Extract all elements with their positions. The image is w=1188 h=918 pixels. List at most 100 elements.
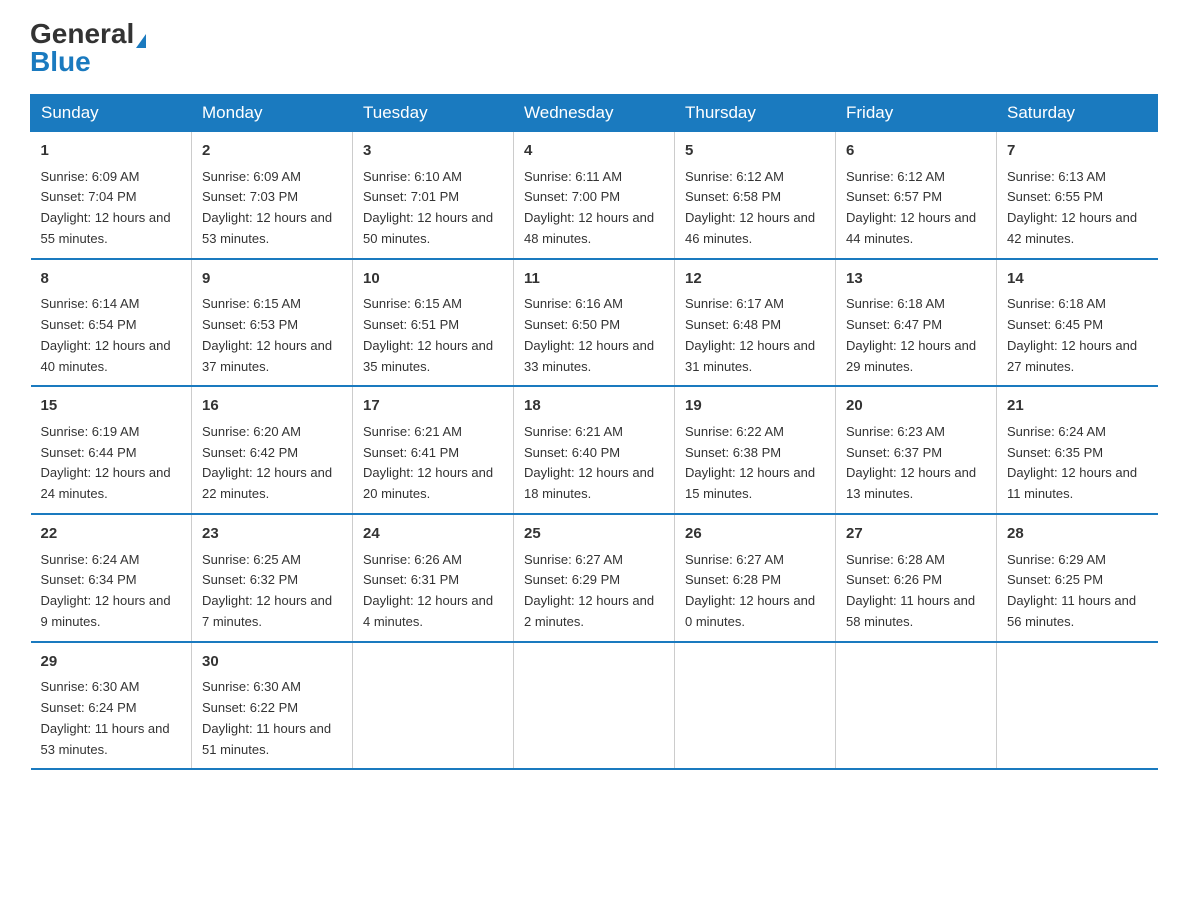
calendar-cell: 2 Sunrise: 6:09 AMSunset: 7:03 PMDayligh… <box>192 132 353 259</box>
day-number: 4 <box>524 140 664 163</box>
calendar-cell <box>997 642 1158 770</box>
day-number: 10 <box>363 268 503 291</box>
day-info: Sunrise: 6:16 AMSunset: 6:50 PMDaylight:… <box>524 294 664 377</box>
calendar-cell: 18 Sunrise: 6:21 AMSunset: 6:40 PMDaylig… <box>514 386 675 514</box>
day-info: Sunrise: 6:18 AMSunset: 6:47 PMDaylight:… <box>846 294 986 377</box>
calendar-cell: 4 Sunrise: 6:11 AMSunset: 7:00 PMDayligh… <box>514 132 675 259</box>
day-info: Sunrise: 6:12 AMSunset: 6:57 PMDaylight:… <box>846 167 986 250</box>
day-number: 28 <box>1007 523 1148 546</box>
calendar-cell: 1 Sunrise: 6:09 AMSunset: 7:04 PMDayligh… <box>31 132 192 259</box>
day-number: 27 <box>846 523 986 546</box>
calendar-body: 1 Sunrise: 6:09 AMSunset: 7:04 PMDayligh… <box>31 132 1158 770</box>
day-info: Sunrise: 6:27 AMSunset: 6:28 PMDaylight:… <box>685 550 825 633</box>
day-info: Sunrise: 6:10 AMSunset: 7:01 PMDaylight:… <box>363 167 503 250</box>
weekday-header-sunday: Sunday <box>31 95 192 132</box>
day-info: Sunrise: 6:21 AMSunset: 6:41 PMDaylight:… <box>363 422 503 505</box>
day-number: 22 <box>41 523 182 546</box>
calendar-week-row: 1 Sunrise: 6:09 AMSunset: 7:04 PMDayligh… <box>31 132 1158 259</box>
calendar-cell: 7 Sunrise: 6:13 AMSunset: 6:55 PMDayligh… <box>997 132 1158 259</box>
calendar-cell <box>514 642 675 770</box>
calendar-cell <box>836 642 997 770</box>
day-info: Sunrise: 6:15 AMSunset: 6:53 PMDaylight:… <box>202 294 342 377</box>
day-number: 12 <box>685 268 825 291</box>
day-info: Sunrise: 6:09 AMSunset: 7:04 PMDaylight:… <box>41 167 182 250</box>
day-info: Sunrise: 6:11 AMSunset: 7:00 PMDaylight:… <box>524 167 664 250</box>
day-number: 8 <box>41 268 182 291</box>
calendar-week-row: 15 Sunrise: 6:19 AMSunset: 6:44 PMDaylig… <box>31 386 1158 514</box>
day-number: 19 <box>685 395 825 418</box>
calendar-cell: 16 Sunrise: 6:20 AMSunset: 6:42 PMDaylig… <box>192 386 353 514</box>
calendar-cell: 19 Sunrise: 6:22 AMSunset: 6:38 PMDaylig… <box>675 386 836 514</box>
calendar-cell: 25 Sunrise: 6:27 AMSunset: 6:29 PMDaylig… <box>514 514 675 642</box>
day-info: Sunrise: 6:26 AMSunset: 6:31 PMDaylight:… <box>363 550 503 633</box>
day-number: 15 <box>41 395 182 418</box>
calendar-cell: 11 Sunrise: 6:16 AMSunset: 6:50 PMDaylig… <box>514 259 675 387</box>
weekday-header-row: SundayMondayTuesdayWednesdayThursdayFrid… <box>31 95 1158 132</box>
logo-blue-text: Blue <box>30 48 91 76</box>
day-number: 23 <box>202 523 342 546</box>
calendar-table: SundayMondayTuesdayWednesdayThursdayFrid… <box>30 94 1158 770</box>
day-number: 25 <box>524 523 664 546</box>
calendar-cell: 10 Sunrise: 6:15 AMSunset: 6:51 PMDaylig… <box>353 259 514 387</box>
calendar-cell: 14 Sunrise: 6:18 AMSunset: 6:45 PMDaylig… <box>997 259 1158 387</box>
calendar-cell: 5 Sunrise: 6:12 AMSunset: 6:58 PMDayligh… <box>675 132 836 259</box>
logo-general-text: General <box>30 18 134 49</box>
calendar-cell: 17 Sunrise: 6:21 AMSunset: 6:41 PMDaylig… <box>353 386 514 514</box>
day-info: Sunrise: 6:15 AMSunset: 6:51 PMDaylight:… <box>363 294 503 377</box>
weekday-header-friday: Friday <box>836 95 997 132</box>
calendar-cell: 20 Sunrise: 6:23 AMSunset: 6:37 PMDaylig… <box>836 386 997 514</box>
day-number: 5 <box>685 140 825 163</box>
day-info: Sunrise: 6:19 AMSunset: 6:44 PMDaylight:… <box>41 422 182 505</box>
weekday-header-wednesday: Wednesday <box>514 95 675 132</box>
calendar-cell: 6 Sunrise: 6:12 AMSunset: 6:57 PMDayligh… <box>836 132 997 259</box>
day-number: 3 <box>363 140 503 163</box>
calendar-cell: 3 Sunrise: 6:10 AMSunset: 7:01 PMDayligh… <box>353 132 514 259</box>
calendar-cell: 30 Sunrise: 6:30 AMSunset: 6:22 PMDaylig… <box>192 642 353 770</box>
day-number: 18 <box>524 395 664 418</box>
day-info: Sunrise: 6:21 AMSunset: 6:40 PMDaylight:… <box>524 422 664 505</box>
day-number: 26 <box>685 523 825 546</box>
day-info: Sunrise: 6:20 AMSunset: 6:42 PMDaylight:… <box>202 422 342 505</box>
calendar-cell: 29 Sunrise: 6:30 AMSunset: 6:24 PMDaylig… <box>31 642 192 770</box>
day-number: 24 <box>363 523 503 546</box>
logo-general-line: General <box>30 20 146 48</box>
day-info: Sunrise: 6:17 AMSunset: 6:48 PMDaylight:… <box>685 294 825 377</box>
day-info: Sunrise: 6:30 AMSunset: 6:24 PMDaylight:… <box>41 677 182 760</box>
logo: General Blue <box>30 20 146 76</box>
calendar-cell: 12 Sunrise: 6:17 AMSunset: 6:48 PMDaylig… <box>675 259 836 387</box>
day-number: 1 <box>41 140 182 163</box>
day-number: 11 <box>524 268 664 291</box>
day-number: 7 <box>1007 140 1148 163</box>
calendar-cell: 22 Sunrise: 6:24 AMSunset: 6:34 PMDaylig… <box>31 514 192 642</box>
calendar-header: SundayMondayTuesdayWednesdayThursdayFrid… <box>31 95 1158 132</box>
day-info: Sunrise: 6:27 AMSunset: 6:29 PMDaylight:… <box>524 550 664 633</box>
day-number: 20 <box>846 395 986 418</box>
day-number: 21 <box>1007 395 1148 418</box>
page-header: General Blue <box>30 20 1158 76</box>
day-number: 14 <box>1007 268 1148 291</box>
day-info: Sunrise: 6:28 AMSunset: 6:26 PMDaylight:… <box>846 550 986 633</box>
calendar-week-row: 29 Sunrise: 6:30 AMSunset: 6:24 PMDaylig… <box>31 642 1158 770</box>
weekday-header-thursday: Thursday <box>675 95 836 132</box>
day-info: Sunrise: 6:09 AMSunset: 7:03 PMDaylight:… <box>202 167 342 250</box>
calendar-cell: 26 Sunrise: 6:27 AMSunset: 6:28 PMDaylig… <box>675 514 836 642</box>
calendar-cell: 8 Sunrise: 6:14 AMSunset: 6:54 PMDayligh… <box>31 259 192 387</box>
weekday-header-saturday: Saturday <box>997 95 1158 132</box>
calendar-week-row: 8 Sunrise: 6:14 AMSunset: 6:54 PMDayligh… <box>31 259 1158 387</box>
day-info: Sunrise: 6:13 AMSunset: 6:55 PMDaylight:… <box>1007 167 1148 250</box>
day-number: 2 <box>202 140 342 163</box>
day-info: Sunrise: 6:22 AMSunset: 6:38 PMDaylight:… <box>685 422 825 505</box>
calendar-cell: 24 Sunrise: 6:26 AMSunset: 6:31 PMDaylig… <box>353 514 514 642</box>
calendar-cell: 27 Sunrise: 6:28 AMSunset: 6:26 PMDaylig… <box>836 514 997 642</box>
weekday-header-monday: Monday <box>192 95 353 132</box>
day-info: Sunrise: 6:18 AMSunset: 6:45 PMDaylight:… <box>1007 294 1148 377</box>
day-info: Sunrise: 6:24 AMSunset: 6:35 PMDaylight:… <box>1007 422 1148 505</box>
weekday-header-tuesday: Tuesday <box>353 95 514 132</box>
day-number: 6 <box>846 140 986 163</box>
day-info: Sunrise: 6:29 AMSunset: 6:25 PMDaylight:… <box>1007 550 1148 633</box>
day-number: 13 <box>846 268 986 291</box>
calendar-cell <box>353 642 514 770</box>
calendar-cell: 23 Sunrise: 6:25 AMSunset: 6:32 PMDaylig… <box>192 514 353 642</box>
day-info: Sunrise: 6:14 AMSunset: 6:54 PMDaylight:… <box>41 294 182 377</box>
calendar-week-row: 22 Sunrise: 6:24 AMSunset: 6:34 PMDaylig… <box>31 514 1158 642</box>
